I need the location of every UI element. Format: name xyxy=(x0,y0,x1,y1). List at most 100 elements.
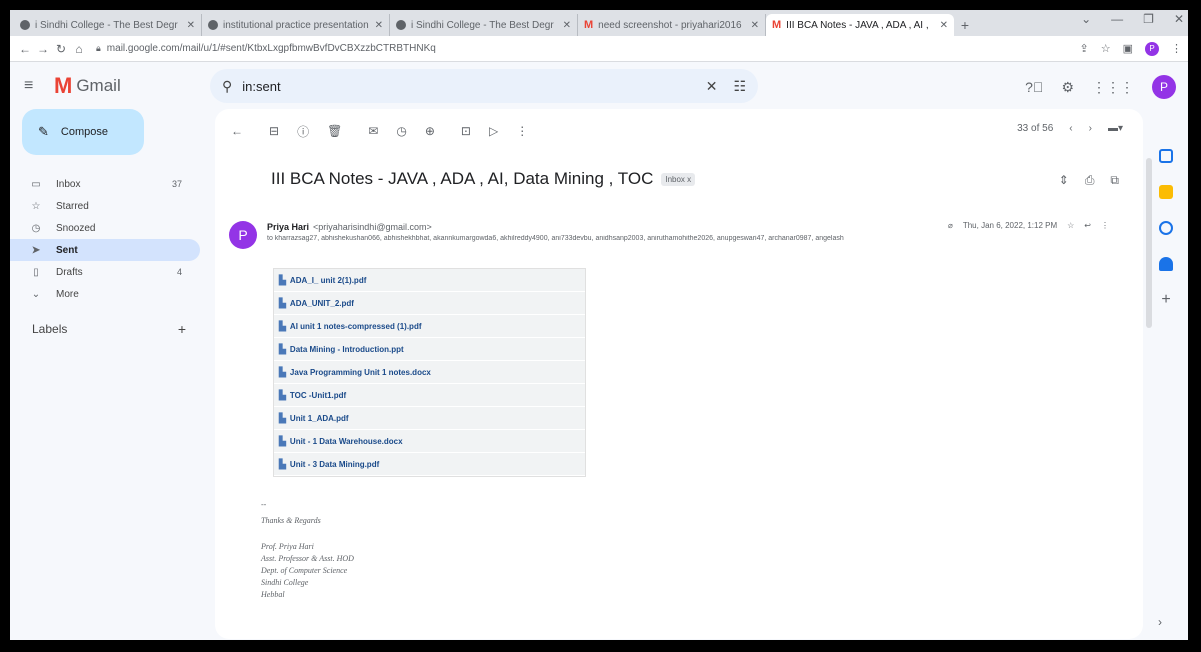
add-label-icon[interactable]: + xyxy=(178,321,186,337)
label-icon[interactable]: ▷ xyxy=(489,124,498,138)
add-addon-icon[interactable]: + xyxy=(1159,292,1173,308)
sender-avatar[interactable]: P xyxy=(229,221,257,249)
inbox-label-chip[interactable]: Inbox x xyxy=(661,172,696,186)
sidebar-item-drafts[interactable]: ▯ Drafts 4 xyxy=(10,261,200,283)
gmail-header: ≡ M Gmail ⚲ in:sent ✕ ☷ ?⃝ ⚙ ⋮⋮⋮ P xyxy=(10,63,1188,109)
print-icon[interactable]: ⎙ xyxy=(1085,173,1095,188)
reply-icon[interactable]: ↩ xyxy=(1084,221,1091,230)
tab-close-icon[interactable]: ✕ xyxy=(187,20,195,31)
tab-close-icon[interactable]: ✕ xyxy=(940,20,948,31)
archive-icon[interactable]: ⊟ xyxy=(269,124,279,138)
labels-section: Labels + xyxy=(10,321,200,337)
recipients-line[interactable]: to kharrazsag27, abhishekushan066, abhis… xyxy=(267,235,1087,242)
url-text: mail.google.com/mail/u/1/#sent/KtbxLxgpf… xyxy=(106,43,436,54)
reload-icon[interactable]: ↻ xyxy=(52,42,70,56)
move-to-icon[interactable]: ⊡ xyxy=(461,124,471,138)
file-icon: ▙ xyxy=(279,435,286,446)
subject-line: III BCA Notes - JAVA , ADA , AI, Data Mi… xyxy=(271,169,696,189)
bookmark-star-icon[interactable]: ☆ xyxy=(1101,42,1111,55)
search-options-icon[interactable]: ☷ xyxy=(733,78,746,95)
mark-unread-icon[interactable]: ✉ xyxy=(368,124,378,138)
attachment-item[interactable]: ▙ Unit 1_ADA.pdf xyxy=(274,407,585,430)
chevron-down-icon[interactable]: ⌄ xyxy=(1081,12,1091,26)
close-icon[interactable]: ✕ xyxy=(1174,12,1184,26)
minimize-icon[interactable]: — xyxy=(1111,12,1123,26)
contacts-icon[interactable] xyxy=(1159,257,1173,271)
search-icon[interactable]: ⚲ xyxy=(222,78,232,95)
message-actions: ⌀ Thu, Jan 6, 2022, 1:12 PM ☆ ↩ ⋮ xyxy=(948,221,1109,230)
tab-close-icon[interactable]: ✕ xyxy=(375,20,383,31)
sidepanel-icon[interactable]: ▣ xyxy=(1123,42,1133,55)
calendar-icon[interactable] xyxy=(1159,149,1173,163)
browser-tab-active[interactable]: M III BCA Notes - JAVA , ADA , AI , ✕ xyxy=(766,14,954,36)
more-vert-icon[interactable]: ⋮ xyxy=(1101,221,1109,230)
compose-button[interactable]: ✎ Compose xyxy=(22,109,144,155)
subject-actions: ⇕ ⎙ ⧉ xyxy=(1059,173,1119,188)
input-tools-icon[interactable]: ▬▾ xyxy=(1108,123,1123,134)
back-arrow-icon[interactable]: ← xyxy=(231,124,243,138)
chevron-down-icon: ⌄ xyxy=(31,288,41,300)
expand-all-icon[interactable]: ⇕ xyxy=(1059,173,1069,188)
tab-label: institutional practice presentation xyxy=(223,19,369,31)
apps-grid-icon[interactable]: ⋮⋮⋮ xyxy=(1092,79,1134,96)
back-icon[interactable]: ← xyxy=(16,42,34,56)
account-avatar[interactable]: P xyxy=(1152,75,1176,99)
screen-frame: i Sindhi College - The Best Degr ✕ insti… xyxy=(10,10,1188,640)
report-spam-icon[interactable]: ⓘ xyxy=(297,123,309,140)
search-bar[interactable]: ⚲ in:sent ✕ ☷ xyxy=(210,69,758,103)
settings-gear-icon[interactable]: ⚙ xyxy=(1061,79,1074,96)
sidebar-item-sent[interactable]: ➤ Sent xyxy=(10,239,200,261)
help-icon[interactable]: ?⃝ xyxy=(1025,79,1043,95)
attachment-item[interactable]: ▙ Java Programming Unit 1 notes.docx xyxy=(274,361,585,384)
attachment-item[interactable]: ▙ ADA_I_ unit 2(1).pdf xyxy=(274,269,585,292)
home-icon[interactable]: ⌂ xyxy=(70,42,88,56)
attachment-name: TOC -Unit1.pdf xyxy=(289,390,347,400)
main-menu-icon[interactable]: ≡ xyxy=(24,77,46,95)
sidebar-item-starred[interactable]: ☆ Starred xyxy=(10,195,200,217)
gmail-logo[interactable]: M Gmail xyxy=(54,73,234,99)
browser-tab[interactable]: M need screenshot - priyahari2016 ✕ xyxy=(578,14,766,36)
browser-tab[interactable]: i Sindhi College - The Best Degr ✕ xyxy=(14,14,202,36)
attachment-item[interactable]: ▙ Unit - 1 Data Warehouse.docx xyxy=(274,430,585,453)
browser-profile-avatar[interactable]: P xyxy=(1145,41,1159,56)
compose-label: Compose xyxy=(60,126,108,138)
new-tab-icon[interactable]: + xyxy=(954,14,976,36)
star-icon[interactable]: ☆ xyxy=(1067,221,1074,230)
address-bar[interactable]: 🔒︎ mail.google.com/mail/u/1/#sent/KtbxLx… xyxy=(96,43,1080,54)
delete-icon[interactable]: 🗑︎ xyxy=(327,124,342,138)
add-task-icon[interactable]: ⊕ xyxy=(425,124,435,138)
snooze-icon[interactable]: ◷ xyxy=(396,124,406,138)
forward-icon[interactable]: → xyxy=(34,42,52,56)
sidebar-item-inbox[interactable]: ▭ Inbox 37 xyxy=(10,173,200,195)
attachment-item[interactable]: ▙ Data Mining - Introduction.ppt xyxy=(274,338,585,361)
expand-panel-icon[interactable]: › xyxy=(1158,615,1162,629)
restore-icon[interactable]: ❐ xyxy=(1143,12,1154,26)
next-icon[interactable]: › xyxy=(1089,123,1092,134)
browser-tab[interactable]: institutional practice presentation ✕ xyxy=(202,14,390,36)
share-icon[interactable]: ⇪ xyxy=(1080,42,1089,55)
sidebar-item-more[interactable]: ⌄ More xyxy=(10,283,200,305)
open-new-window-icon[interactable]: ⧉ xyxy=(1110,173,1119,188)
keep-icon[interactable] xyxy=(1159,185,1173,199)
file-icon: ▙ xyxy=(279,412,286,423)
tab-close-icon[interactable]: ✕ xyxy=(563,20,571,31)
attachment-item[interactable]: ▙ ADA_UNIT_2.pdf xyxy=(274,292,585,315)
message-date: Thu, Jan 6, 2022, 1:12 PM xyxy=(962,221,1058,230)
attachment-item[interactable]: ▙ AI unit 1 notes-compressed (1).pdf xyxy=(274,315,585,338)
prev-icon[interactable]: ‹ xyxy=(1069,123,1072,134)
clear-search-icon[interactable]: ✕ xyxy=(706,78,718,95)
tab-close-icon[interactable]: ✕ xyxy=(751,20,759,31)
browser-tab[interactable]: i Sindhi College - The Best Degr ✕ xyxy=(390,14,578,36)
sender-name[interactable]: Priya Hari xyxy=(267,222,309,232)
lock-icon: 🔒︎ xyxy=(96,43,101,53)
attachment-item[interactable]: ▙ TOC -Unit1.pdf xyxy=(274,384,585,407)
sender-email: <priyaharisindhi@gmail.com> xyxy=(313,222,432,232)
signature-line: Dept. of Computer Science xyxy=(261,566,348,575)
attachment-item[interactable]: ▙ Unit - 3 Data Mining.pdf xyxy=(274,453,585,476)
more-vert-icon[interactable]: ⋮ xyxy=(1171,42,1182,55)
sidebar-item-snoozed[interactable]: ◷ Snoozed xyxy=(10,217,200,239)
tasks-icon[interactable] xyxy=(1159,221,1173,235)
more-vert-icon[interactable]: ⋮ xyxy=(516,124,528,138)
header-actions: ?⃝ ⚙ ⋮⋮⋮ P xyxy=(1025,75,1176,99)
search-input[interactable]: in:sent xyxy=(242,79,705,94)
